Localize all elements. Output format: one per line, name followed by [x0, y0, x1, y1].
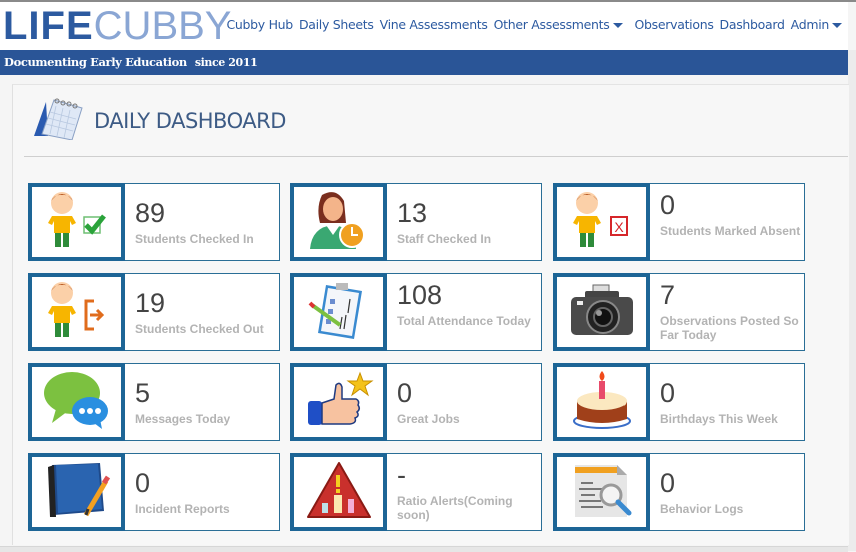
tile-value: 13: [397, 198, 428, 228]
nav-other-assessments-label: Other Assessments: [493, 17, 610, 32]
tile-icon-box: [28, 273, 125, 351]
tagline: Documenting Early Education: [4, 55, 187, 69]
nav-admin-label: Admin: [790, 17, 830, 32]
warning-chart-icon: [304, 459, 374, 526]
tile-icon-box: [290, 363, 387, 441]
thumbs-up-star-icon: [304, 369, 374, 436]
tile-label: Students Checked Out: [135, 322, 264, 336]
nav-admin[interactable]: Admin: [791, 17, 842, 32]
tile-students-checked-in[interactable]: 89 Students Checked In: [28, 183, 280, 261]
main-nav: Cubby Hub Daily Sheets Vine Assessments …: [226, 17, 842, 32]
chat-bubbles-icon: [42, 369, 112, 436]
tile-value: 0: [660, 468, 676, 498]
tile-observations-posted[interactable]: 7 Observations Posted So Far Today: [553, 273, 805, 351]
tile-icon-box: [553, 363, 650, 441]
since-text: since 2011: [194, 56, 258, 69]
tile-total-attendance[interactable]: 108 Total Attendance Today: [290, 273, 542, 351]
tile-label: Messages Today: [135, 412, 231, 426]
tile-value: 0: [397, 378, 413, 408]
student-absent-icon: X: [567, 189, 637, 256]
tile-messages-today[interactable]: 5 Messages Today: [28, 363, 280, 441]
notebook-pencil-icon: [42, 459, 112, 526]
tile-icon-box: [290, 183, 387, 261]
tile-value: 89: [135, 198, 166, 228]
nav-dashboard[interactable]: Dashboard: [720, 17, 785, 32]
tile-behavior-logs[interactable]: 0 Behavior Logs: [553, 453, 805, 531]
tile-icon-box: [290, 453, 387, 531]
page-title-text: DAILY DASHBOARD: [94, 108, 286, 133]
tile-birthdays-this-week[interactable]: 0 Birthdays This Week: [553, 363, 805, 441]
tile-icon-box: [28, 453, 125, 531]
tile-value: 0: [135, 468, 151, 498]
nav-daily-sheets[interactable]: Daily Sheets: [299, 17, 374, 32]
tile-icon-box: [553, 453, 650, 531]
tile-value: 5: [135, 378, 151, 408]
document-search-icon: [567, 459, 637, 526]
lifecubby-logo[interactable]: LIFECUBBY: [3, 5, 231, 47]
tile-label: Staff Checked In: [397, 232, 492, 246]
page-scrollbar[interactable]: [848, 50, 856, 551]
nav-cubby-hub[interactable]: Cubby Hub: [226, 17, 293, 32]
tile-icon-box: [28, 363, 125, 441]
nav-other-assessments[interactable]: Other Assessments: [494, 17, 623, 32]
tile-value: 0: [660, 190, 676, 220]
staff-clock-icon: [304, 189, 374, 256]
birthday-cake-icon: [567, 369, 637, 436]
tile-icon-box: [28, 183, 125, 261]
nav-vine-assessments[interactable]: Vine Assessments: [380, 17, 488, 32]
tile-icon-box: [553, 273, 650, 351]
tile-label: Great Jobs: [397, 412, 460, 426]
tile-ratio-alerts[interactable]: - Ratio Alerts(Coming soon): [290, 453, 542, 531]
logo-part-life: LIFE: [3, 4, 94, 48]
tagline-bar: Documenting Early Education since 2011: [0, 50, 848, 75]
svg-text:X: X: [614, 219, 624, 235]
camera-icon: [567, 279, 637, 346]
tile-label: Ratio Alerts(Coming soon): [397, 494, 513, 522]
tile-great-jobs[interactable]: 0 Great Jobs: [290, 363, 542, 441]
student-checked-out-icon: [42, 279, 112, 346]
tile-value: 7: [660, 280, 676, 310]
tile-value: -: [397, 460, 406, 490]
tile-label: Students Marked Absent: [660, 224, 801, 238]
title-divider: [24, 156, 848, 157]
tile-students-checked-out[interactable]: 19 Students Checked Out: [28, 273, 280, 351]
tile-icon-box: [290, 273, 387, 351]
logo-part-cubby: CUBBY: [93, 4, 232, 48]
attendance-clipboard-icon: [304, 279, 374, 346]
tile-value: 19: [135, 288, 166, 318]
tile-value: 108: [397, 280, 443, 310]
tile-students-marked-absent[interactable]: X 0 Students Marked Absent: [553, 183, 805, 261]
calendar-icon: [32, 96, 84, 145]
student-checked-in-icon: [42, 189, 112, 256]
nav-observations[interactable]: Observations: [635, 17, 714, 32]
caret-down-icon: [612, 23, 623, 28]
tile-label: Observations Posted So Far Today: [660, 314, 799, 342]
tile-label: Students Checked In: [135, 232, 254, 246]
tile-value: 0: [660, 378, 676, 408]
page-bottom-border: [0, 546, 848, 552]
tile-label: Behavior Logs: [660, 502, 744, 516]
tile-staff-checked-in[interactable]: 13 Staff Checked In: [290, 183, 542, 261]
tile-incident-reports[interactable]: 0 Incident Reports: [28, 453, 280, 531]
tile-icon-box: X: [553, 183, 650, 261]
tile-label: Incident Reports: [135, 502, 230, 516]
tile-label: Birthdays This Week: [660, 412, 778, 426]
page-title: DAILY DASHBOARD: [32, 96, 286, 145]
tile-label: Total Attendance Today: [397, 314, 531, 328]
site-header: LIFECUBBY Cubby Hub Daily Sheets Vine As…: [0, 2, 848, 50]
caret-down-icon: [832, 23, 842, 28]
